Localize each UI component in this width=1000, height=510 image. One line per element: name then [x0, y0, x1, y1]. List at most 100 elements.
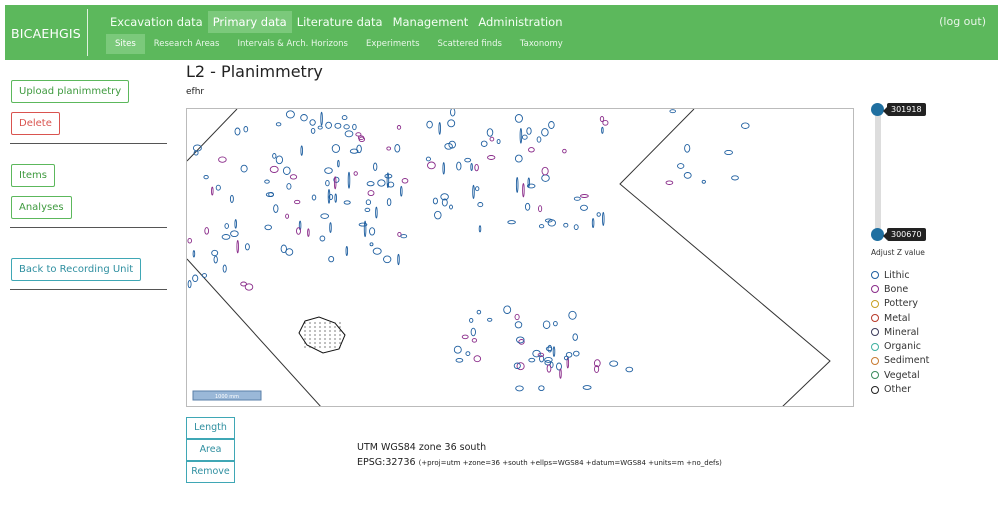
- legend-item-metal[interactable]: Metal: [871, 311, 929, 325]
- find-outline[interactable]: [519, 127, 523, 144]
- find-outline[interactable]: [552, 346, 556, 357]
- find-outline[interactable]: [365, 199, 372, 206]
- find-outline[interactable]: [229, 194, 234, 203]
- find-outline[interactable]: [386, 198, 392, 207]
- find-outline[interactable]: [465, 351, 471, 356]
- find-outline[interactable]: [442, 162, 445, 175]
- find-features[interactable]: [187, 109, 750, 392]
- length-tool-button[interactable]: Length: [186, 417, 235, 439]
- find-outline[interactable]: [328, 255, 335, 263]
- find-outline[interactable]: [487, 155, 496, 160]
- find-outline[interactable]: [310, 127, 316, 134]
- find-outline[interactable]: [401, 178, 409, 184]
- nav-primary-data[interactable]: Primary data: [207, 11, 292, 33]
- find-outline[interactable]: [572, 333, 578, 341]
- find-outline[interactable]: [601, 126, 604, 134]
- find-outline[interactable]: [289, 174, 298, 180]
- back-to-recording-unit-button[interactable]: Back to Recording Unit: [11, 258, 142, 281]
- find-outline[interactable]: [449, 204, 453, 210]
- find-outline[interactable]: [272, 153, 277, 159]
- subnav-research-areas[interactable]: Research Areas: [145, 34, 229, 54]
- find-outline[interactable]: [366, 181, 375, 187]
- find-outline[interactable]: [285, 110, 295, 119]
- find-outline[interactable]: [273, 204, 279, 213]
- nav-excavation-data[interactable]: Excavation data: [105, 11, 208, 33]
- find-outline[interactable]: [524, 202, 531, 211]
- find-outline[interactable]: [474, 163, 479, 172]
- find-outline[interactable]: [538, 205, 543, 213]
- find-outline[interactable]: [192, 274, 199, 283]
- find-outline[interactable]: [367, 190, 375, 197]
- find-outline[interactable]: [325, 179, 330, 187]
- find-outline[interactable]: [192, 250, 196, 258]
- find-outline[interactable]: [563, 222, 569, 228]
- find-outline[interactable]: [201, 273, 208, 278]
- find-outline[interactable]: [230, 230, 239, 238]
- find-outline[interactable]: [486, 128, 494, 137]
- find-outline[interactable]: [203, 174, 209, 180]
- find-outline[interactable]: [582, 385, 592, 390]
- delete-button[interactable]: Delete: [11, 112, 60, 135]
- find-outline[interactable]: [333, 176, 337, 190]
- find-outline[interactable]: [400, 185, 403, 197]
- find-outline[interactable]: [580, 194, 589, 198]
- find-outline[interactable]: [275, 122, 282, 127]
- subnav-experiments[interactable]: Experiments: [357, 34, 429, 54]
- find-outline[interactable]: [677, 163, 685, 169]
- find-outline[interactable]: [377, 179, 386, 187]
- find-outline[interactable]: [364, 207, 371, 213]
- find-outline[interactable]: [480, 140, 488, 147]
- find-outline[interactable]: [282, 166, 291, 175]
- find-outline[interactable]: [394, 144, 401, 153]
- find-outline[interactable]: [383, 255, 392, 264]
- find-outline[interactable]: [573, 196, 581, 201]
- find-outline[interactable]: [221, 234, 231, 240]
- find-outline[interactable]: [568, 310, 577, 320]
- find-outline[interactable]: [464, 157, 472, 163]
- find-outline[interactable]: [527, 177, 531, 188]
- find-outline[interactable]: [187, 280, 192, 289]
- find-outline[interactable]: [286, 183, 292, 190]
- subnav-sites[interactable]: Sites: [106, 34, 145, 54]
- app-brand[interactable]: BICAEHGIS: [11, 26, 81, 41]
- find-outline[interactable]: [701, 179, 706, 184]
- find-outline[interactable]: [741, 122, 750, 129]
- find-outline[interactable]: [320, 111, 323, 126]
- find-outline[interactable]: [625, 366, 634, 373]
- find-outline[interactable]: [477, 202, 484, 208]
- find-outline[interactable]: [609, 360, 619, 367]
- find-outline[interactable]: [528, 357, 536, 363]
- find-outline[interactable]: [352, 123, 357, 131]
- find-outline[interactable]: [514, 154, 523, 163]
- find-outline[interactable]: [475, 186, 480, 192]
- find-outline[interactable]: [244, 243, 250, 251]
- find-outline[interactable]: [386, 146, 392, 151]
- legend-item-sediment[interactable]: Sediment: [871, 354, 929, 368]
- find-outline[interactable]: [538, 385, 545, 392]
- subnav-intervals[interactable]: Intervals & Arch. Horizons: [228, 34, 357, 54]
- find-outline[interactable]: [562, 148, 567, 154]
- find-outline[interactable]: [542, 320, 551, 329]
- find-outline[interactable]: [487, 317, 493, 322]
- find-outline[interactable]: [514, 114, 523, 123]
- legend-item-pottery[interactable]: Pottery: [871, 297, 929, 311]
- find-outline[interactable]: [503, 305, 512, 314]
- find-outline[interactable]: [324, 167, 333, 174]
- find-outline[interactable]: [296, 227, 301, 235]
- items-button[interactable]: Items: [11, 164, 55, 187]
- find-outline[interactable]: [334, 193, 337, 203]
- find-outline[interactable]: [456, 161, 462, 171]
- subnav-scattered-finds[interactable]: Scattered finds: [429, 34, 511, 54]
- find-outline[interactable]: [602, 211, 605, 226]
- find-outline[interactable]: [596, 212, 601, 217]
- find-outline[interactable]: [222, 264, 227, 273]
- find-outline[interactable]: [541, 174, 550, 182]
- find-outline[interactable]: [526, 127, 532, 135]
- find-outline[interactable]: [275, 155, 284, 165]
- find-outline[interactable]: [369, 227, 376, 236]
- subnav-taxonomy[interactable]: Taxonomy: [511, 34, 572, 54]
- find-outline[interactable]: [356, 144, 362, 154]
- upload-planimmetry-button[interactable]: Upload planimmetry: [11, 80, 130, 103]
- find-outline[interactable]: [538, 224, 545, 229]
- find-outline[interactable]: [372, 247, 382, 255]
